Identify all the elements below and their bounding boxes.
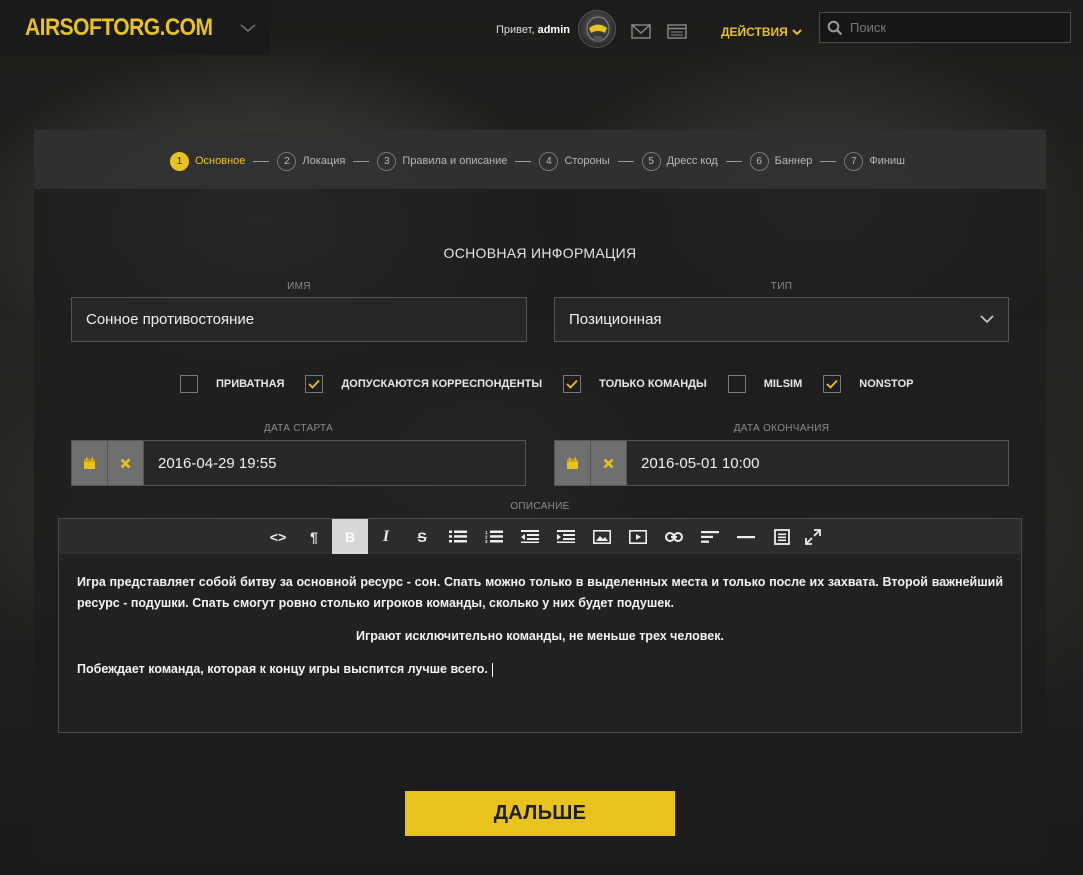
top-header: AIRSOFTORG.COM Привет, admin ДЕЙСТВИЯ — [0, 0, 1083, 56]
link-icon[interactable] — [656, 519, 692, 554]
search-box — [819, 12, 1071, 43]
options-checkboxes: ПРИВАТНАЯ ДОПУСКАЮТСЯ КОРРЕСПОНДЕНТЫ ТОЛ… — [180, 374, 934, 394]
check-icon — [308, 379, 321, 389]
outdent-icon[interactable] — [512, 519, 548, 554]
step-location[interactable]: 2 Локация — [277, 151, 345, 171]
step-divider — [617, 160, 634, 162]
editor-content[interactable]: Игра представляет собой битву за основно… — [77, 572, 1003, 692]
create-game-panel: 1 Основное 2 Локация 3 Правила и описани… — [34, 130, 1046, 875]
avatar[interactable] — [578, 10, 616, 48]
end-date-label: ДАТА ОКОНЧАНИЯ — [733, 423, 830, 434]
check-icon — [826, 379, 838, 389]
step-sides[interactable]: 4 Стороны — [539, 151, 610, 171]
checkbox-nonstop[interactable] — [823, 375, 842, 393]
start-date-input[interactable]: 2016-04-29 19:55 — [144, 441, 525, 485]
description-paragraph: Играют исключительно команды, не меньше … — [356, 629, 724, 643]
end-date-field: 2016-05-01 10:00 — [554, 440, 1009, 486]
chevron-down-icon — [792, 29, 802, 36]
horizontal-rule-icon[interactable] — [728, 519, 764, 554]
step-divider — [515, 160, 532, 162]
image-icon[interactable] — [584, 519, 620, 554]
editor-toolbar: <> ¶ B I S 123 — [59, 519, 1021, 554]
chevron-down-icon — [980, 315, 994, 324]
start-date-label: ДАТА СТАРТА — [263, 423, 334, 434]
name-label: ИМЯ — [287, 281, 311, 292]
bold-icon[interactable]: B — [332, 519, 368, 554]
section-title: ОСНОВНАЯ ИНФОРМАЦИЯ — [443, 245, 637, 261]
numbered-list-icon[interactable]: 123 — [476, 519, 512, 554]
description-label: ОПИСАНИЕ — [510, 501, 570, 512]
step-divider — [820, 160, 837, 162]
step-divider — [353, 160, 370, 162]
clear-icon[interactable] — [108, 441, 144, 485]
checkbox-milsim[interactable] — [727, 375, 746, 393]
bullet-list-icon[interactable] — [440, 519, 476, 554]
search-input[interactable] — [850, 20, 1060, 35]
step-finish[interactable]: 7 Финиш — [844, 151, 905, 171]
align-left-icon[interactable] — [692, 519, 728, 554]
html-icon[interactable]: <> — [260, 519, 296, 554]
start-date-field: 2016-04-29 19:55 — [71, 440, 526, 486]
mail-icon[interactable] — [631, 24, 651, 40]
description-paragraph: Игра представляет собой битву за основно… — [77, 575, 1003, 610]
checkbox-teams-only[interactable] — [563, 375, 582, 393]
end-date-input[interactable]: 2016-05-01 10:00 — [627, 441, 1008, 485]
logo-block: AIRSOFTORG.COM — [0, 0, 270, 55]
type-label: ТИП — [770, 281, 793, 292]
strikethrough-icon[interactable]: S — [404, 519, 440, 554]
wizard-steps: 1 Основное 2 Локация 3 Правила и описани… — [170, 151, 905, 171]
step-banner[interactable]: 6 Баннер — [749, 151, 812, 171]
check-icon — [566, 379, 578, 389]
step-divider — [725, 160, 742, 162]
svg-text:3: 3 — [485, 539, 488, 543]
paragraph-icon[interactable]: ¶ — [296, 519, 332, 554]
search-icon[interactable] — [820, 13, 850, 42]
site-logo[interactable]: AIRSOFTORG.COM — [25, 14, 213, 42]
calendar-icon[interactable] — [555, 441, 591, 485]
news-icon[interactable] — [667, 24, 687, 40]
calendar-icon[interactable] — [72, 441, 108, 485]
wizard-steps-bar: 1 Основное 2 Локация 3 Правила и описани… — [34, 130, 1046, 189]
description-paragraph: Побеждает команда, которая к концу игры … — [77, 659, 1003, 680]
checkbox-correspondents[interactable] — [305, 375, 324, 393]
fullscreen-icon[interactable] — [800, 519, 826, 554]
username[interactable]: admin — [538, 24, 570, 36]
next-button[interactable]: ДАЛЬШЕ — [405, 791, 675, 836]
step-rules[interactable]: 3 Правила и описание — [377, 151, 507, 171]
clear-icon[interactable] — [591, 441, 627, 485]
description-editor: <> ¶ B I S 123 Игра представляет собой б… — [58, 518, 1022, 733]
checkbox-private[interactable] — [180, 375, 198, 393]
step-main[interactable]: 1 Основное — [170, 151, 245, 171]
chevron-down-icon[interactable] — [238, 18, 258, 38]
italic-icon[interactable]: I — [368, 519, 404, 554]
step-divider — [253, 160, 270, 162]
actions-menu[interactable]: ДЕЙСТВИЯ — [721, 25, 802, 39]
document-icon[interactable] — [764, 519, 800, 554]
video-icon[interactable] — [620, 519, 656, 554]
user-greeting: Привет, admin — [496, 24, 570, 36]
name-input[interactable]: Сонное противостояние — [71, 297, 527, 342]
step-dresscode[interactable]: 5 Дресс код — [641, 151, 718, 171]
type-select[interactable]: Позиционная — [554, 297, 1009, 342]
indent-icon[interactable] — [548, 519, 584, 554]
helmet-icon — [586, 16, 610, 42]
text-cursor — [491, 662, 493, 677]
